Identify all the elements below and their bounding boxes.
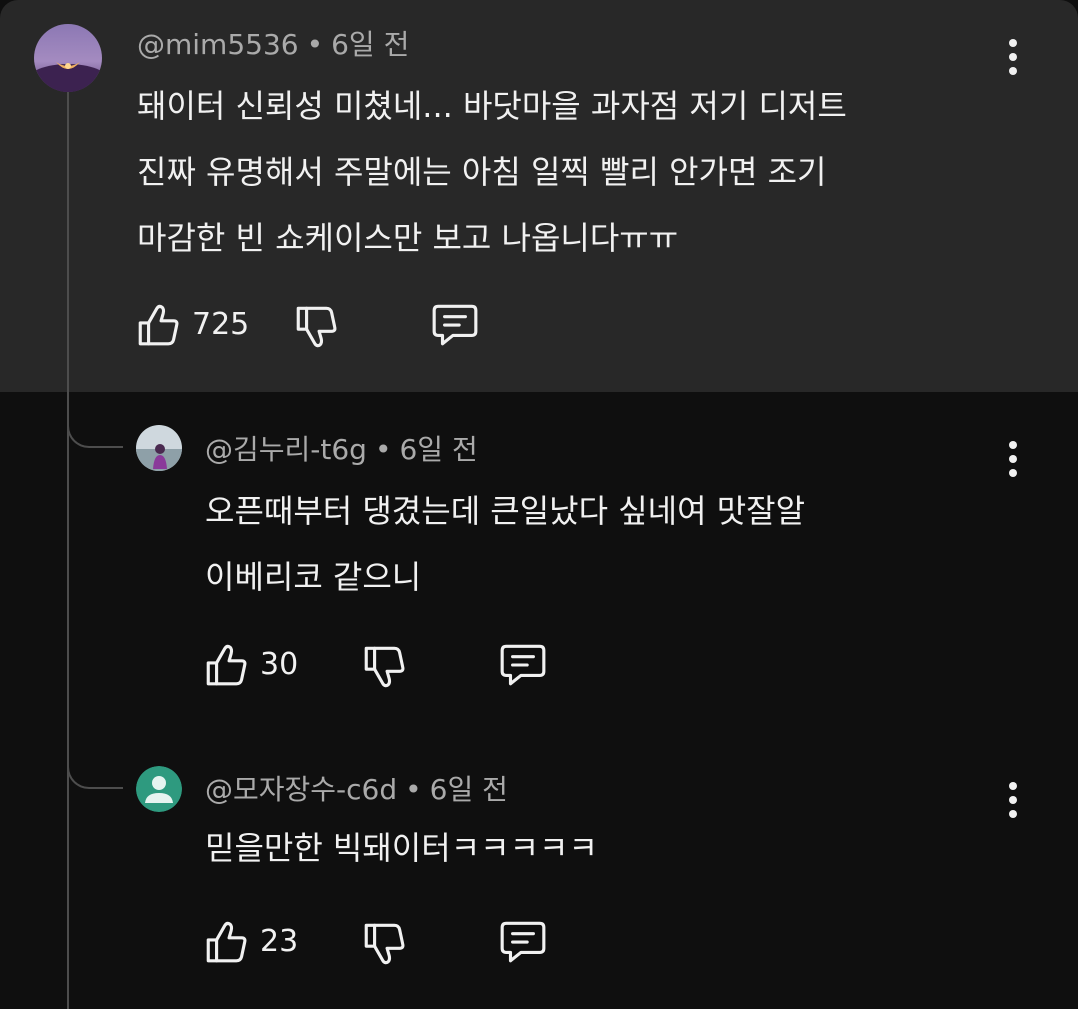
separator-dot: • <box>306 28 324 61</box>
comment-line: 마감한 빈 쇼케이스만 보고 나옵니다ㅠㅠ <box>137 219 679 257</box>
author-handle[interactable]: @mim5536 <box>137 28 299 61</box>
more-options-button[interactable] <box>998 437 1028 481</box>
reply-comment-icon[interactable] <box>430 300 480 350</box>
more-vertical-icon-dot <box>1009 455 1017 463</box>
more-vertical-icon-dot <box>1009 810 1017 818</box>
comment-text: 오픈때부터 댕겼는데 큰일났다 싶네여 맛잘알 이베리코 같으니 <box>205 478 805 610</box>
thumbs-down-icon[interactable] <box>360 917 410 967</box>
thumbs-up-icon[interactable] <box>202 640 252 690</box>
author-handle[interactable]: @모자장수-c6d <box>205 773 397 806</box>
separator-dot: • <box>374 433 392 466</box>
comment-actions: 30 <box>202 640 562 690</box>
comment-meta: @모자장수-c6d • 6일 전 <box>205 773 508 807</box>
thread-branch <box>67 402 123 448</box>
commenter-avatar[interactable] <box>136 425 182 471</box>
more-vertical-icon-dot <box>1009 796 1017 804</box>
comment-line: 이베리코 같으니 <box>205 558 422 596</box>
thumbs-down-icon[interactable] <box>292 300 342 350</box>
more-options-button[interactable] <box>998 778 1028 822</box>
comment-line: 돼이터 신뢰성 미쳤네... 바닷마을 과자점 저기 디저트 <box>137 87 847 125</box>
thread-line <box>67 92 69 1009</box>
comment-meta: @mim5536 • 6일 전 <box>137 28 409 62</box>
thumbs-up-icon[interactable] <box>134 300 184 350</box>
comment-line: 오픈때부터 댕겼는데 큰일났다 싶네여 맛잘알 <box>205 492 806 530</box>
comment-text: 믿을만한 빅돼이터ㅋㅋㅋㅋㅋ <box>205 815 598 881</box>
like-count: 30 <box>260 647 299 682</box>
photo-avatar-icon <box>136 425 182 471</box>
more-vertical-icon-dot <box>1009 469 1017 477</box>
comment-actions: 23 <box>202 917 562 967</box>
night-sky-avatar-icon <box>34 24 102 92</box>
default-person-avatar-icon <box>136 766 182 812</box>
author-handle[interactable]: @김누리-t6g <box>205 433 367 466</box>
comment-meta: @김누리-t6g • 6일 전 <box>205 433 478 467</box>
timestamp[interactable]: 6일 전 <box>399 433 477 466</box>
reply-comment-icon[interactable] <box>498 917 548 967</box>
comment-actions: 725 <box>134 300 494 350</box>
thumbs-down-icon[interactable] <box>360 640 410 690</box>
more-vertical-icon <box>1009 782 1017 790</box>
comment-line: 믿을만한 빅돼이터ㅋㅋㅋㅋㅋ <box>205 829 598 867</box>
commenter-avatar[interactable] <box>34 24 102 92</box>
timestamp[interactable]: 6일 전 <box>331 28 409 61</box>
thumbs-up-icon[interactable] <box>202 917 252 967</box>
more-vertical-icon <box>1009 441 1017 449</box>
timestamp[interactable]: 6일 전 <box>430 773 508 806</box>
reply-comment-icon[interactable] <box>498 640 548 690</box>
more-options-button[interactable] <box>998 35 1028 79</box>
commenter-avatar[interactable] <box>136 766 182 812</box>
like-count: 725 <box>192 307 250 342</box>
more-vertical-icon-dot <box>1009 53 1017 61</box>
thread-branch <box>67 743 123 789</box>
comment-text: 돼이터 신뢰성 미쳤네... 바닷마을 과자점 저기 디저트 진짜 유명해서 주… <box>137 73 847 271</box>
comment-line: 진짜 유명해서 주말에는 아침 일찍 빨리 안가면 조기 <box>137 153 827 191</box>
like-count: 23 <box>260 924 299 959</box>
more-vertical-icon-dot <box>1009 67 1017 75</box>
separator-dot: • <box>405 773 422 806</box>
more-vertical-icon <box>1009 39 1017 47</box>
